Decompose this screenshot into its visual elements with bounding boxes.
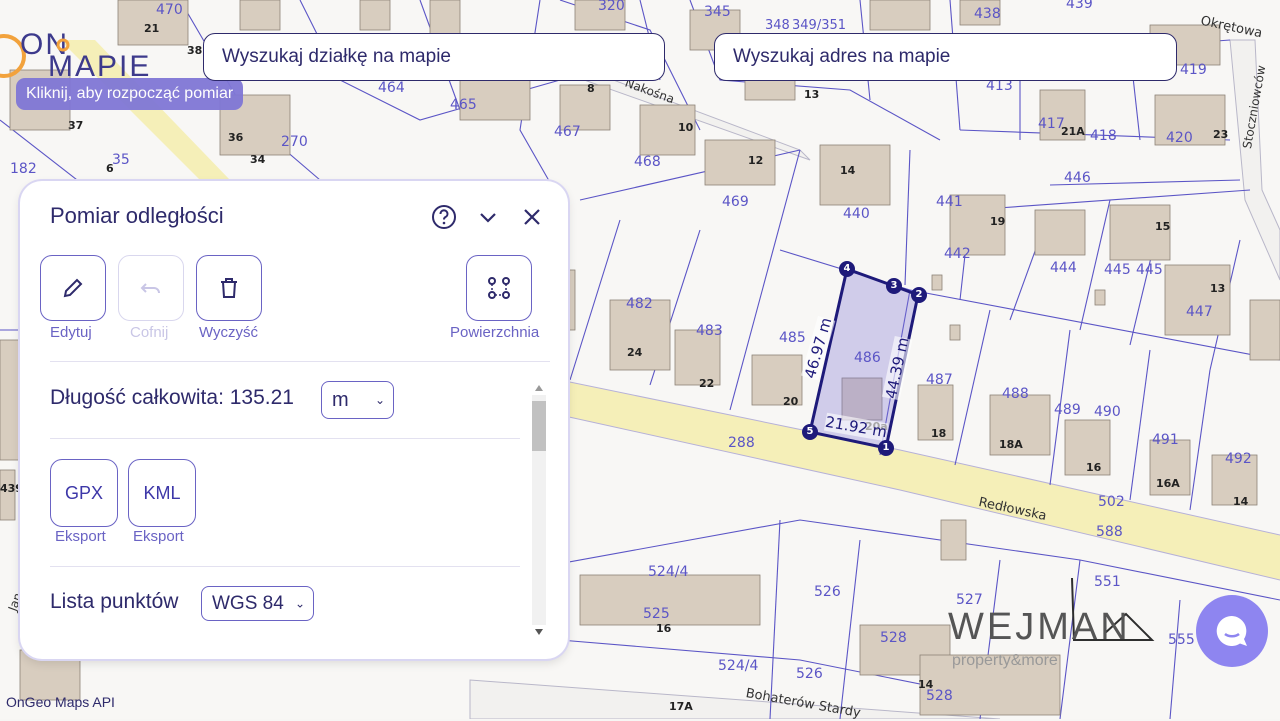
undo-icon: [140, 283, 160, 294]
trash-icon: [221, 278, 237, 298]
kml-export-label: Eksport: [133, 528, 184, 545]
address-search-input[interactable]: Wyszukaj adres na mapie: [714, 33, 1177, 81]
chat-bubble-icon: [1216, 615, 1247, 646]
parcel-search-input[interactable]: Wyszukaj działkę na mapie: [203, 33, 665, 81]
close-icon[interactable]: [518, 203, 546, 231]
edit-button[interactable]: [40, 255, 106, 321]
crs-select[interactable]: WGS 84 ⌄: [201, 586, 314, 621]
area-label: Powierzchnia: [450, 324, 540, 341]
divider: [50, 438, 520, 439]
divider: [50, 361, 550, 362]
unit-select[interactable]: m ⌄: [321, 381, 394, 419]
unit-select-value: m: [332, 389, 349, 411]
help-circle-icon[interactable]: [430, 203, 458, 231]
edit-label: Edytuj: [50, 324, 92, 341]
points-list-label: Lista punktów: [50, 590, 179, 613]
watermark-tagline: property&more: [952, 652, 1058, 669]
watermark-name: WEJMAN: [948, 606, 1131, 648]
attribution: OnGeo Maps API: [6, 694, 115, 710]
kml-export-button[interactable]: KML: [128, 459, 196, 527]
panel-title: Pomiar odległości: [50, 203, 224, 228]
divider: [50, 566, 520, 567]
clear-button[interactable]: [196, 255, 262, 321]
chevron-down-icon: ⌄: [294, 596, 305, 610]
pencil-icon: [63, 278, 83, 298]
panel-scrollbar[interactable]: [530, 381, 546, 639]
measure-hint: Kliknij, aby rozpocząć pomiar: [16, 78, 244, 110]
undo-label: Cofnij: [130, 324, 169, 341]
crs-select-value: WGS 84: [212, 593, 284, 614]
gpx-export-button[interactable]: GPX: [50, 459, 118, 527]
total-length: Długość całkowita: 135.21: [50, 386, 294, 409]
area-button[interactable]: [466, 255, 532, 321]
chat-button[interactable]: [1196, 595, 1268, 667]
clear-label: Wyczyść: [199, 324, 259, 341]
chevron-down-icon[interactable]: [474, 203, 502, 231]
chevron-down-icon: ⌄: [374, 393, 385, 407]
gpx-export-label: Eksport: [55, 528, 106, 545]
area-points-icon: [488, 277, 510, 299]
measure-panel: Pomiar odległości Edytuj Cofnij Wyczyść …: [20, 181, 568, 659]
undo-button[interactable]: [118, 255, 184, 321]
